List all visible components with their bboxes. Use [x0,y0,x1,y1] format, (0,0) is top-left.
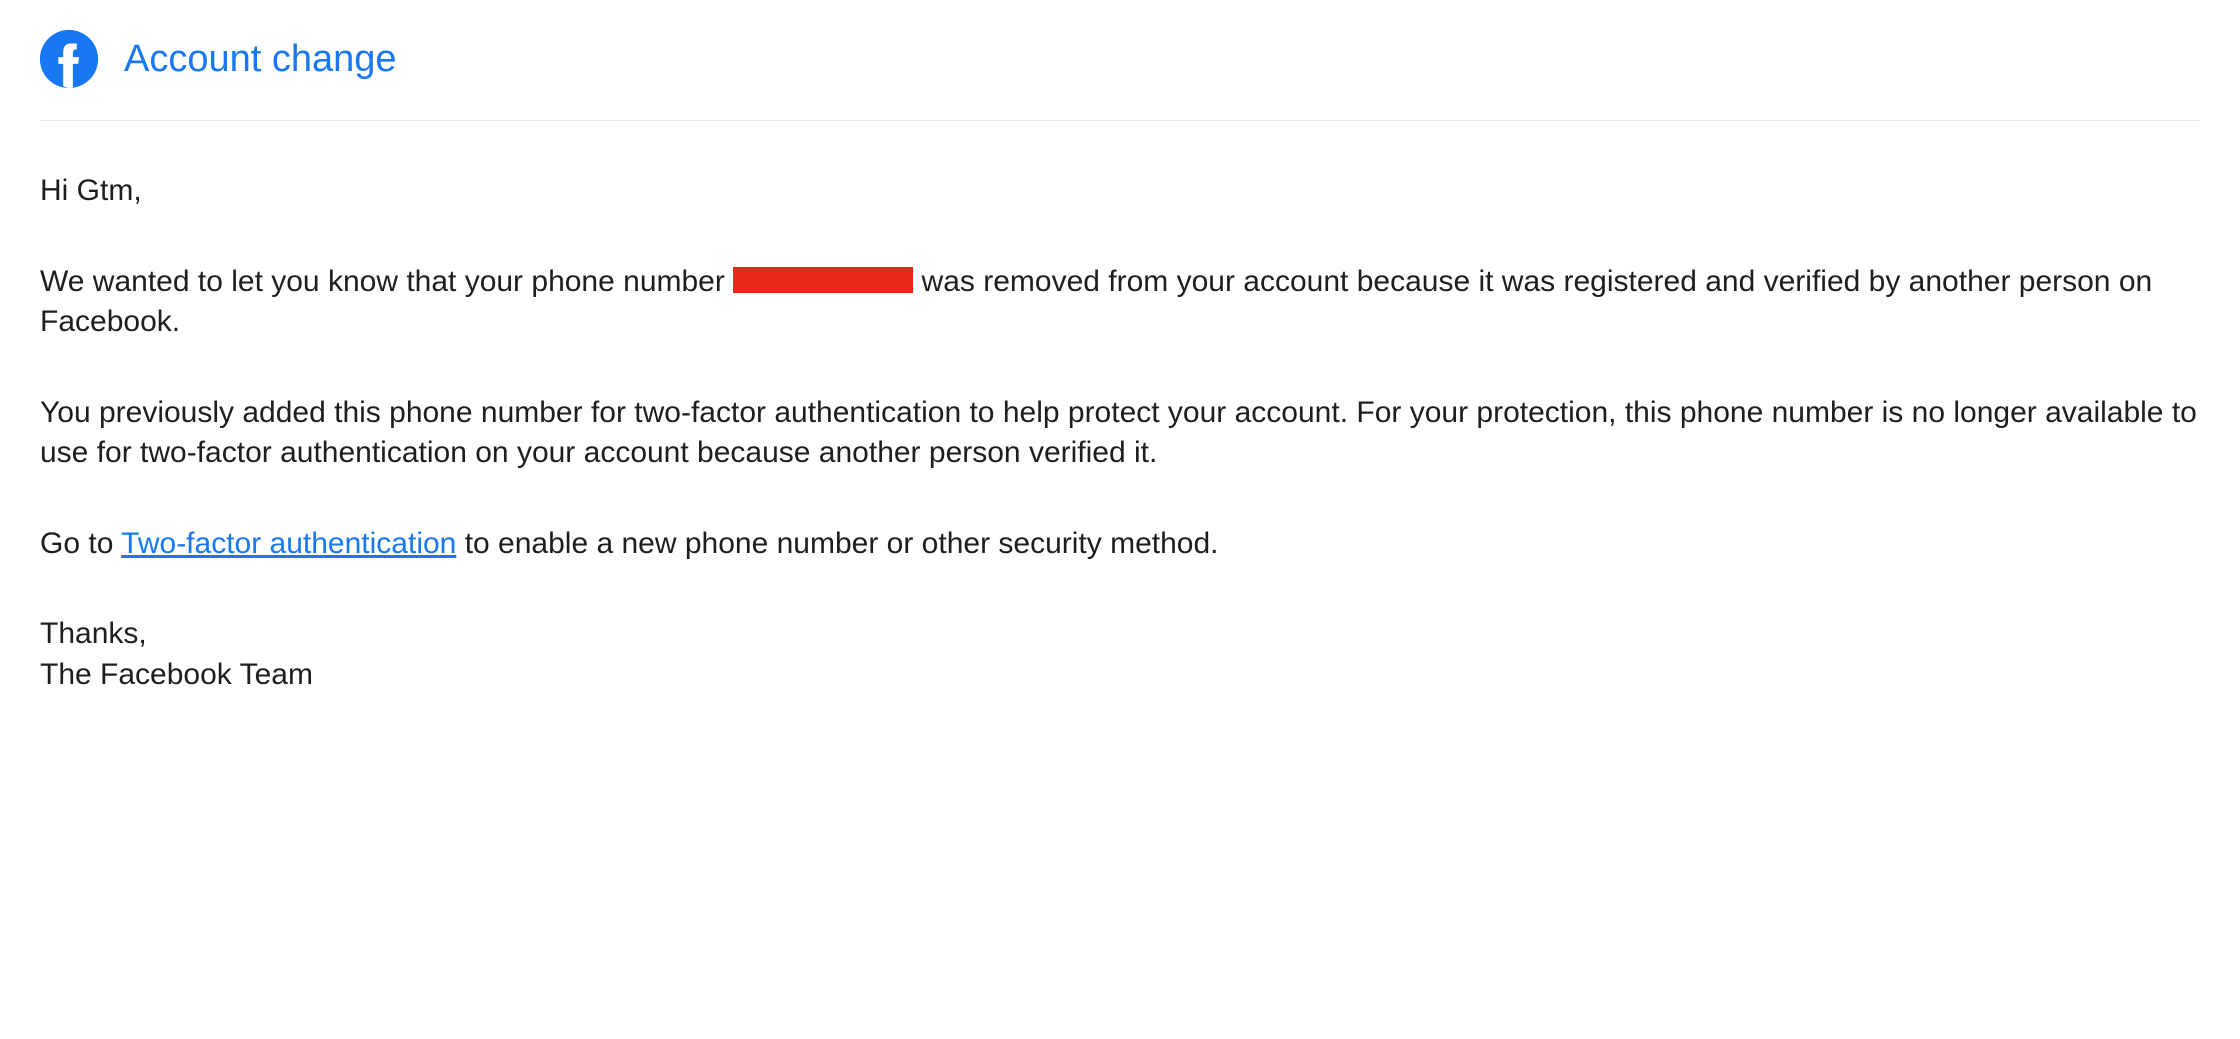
thanks: Thanks, [40,617,147,650]
sign-off: Thanks, The Facebook Team [40,614,2200,695]
signature-line: The Facebook Team [40,658,313,691]
two-factor-auth-link[interactable]: Two-factor authentication [121,527,456,560]
greeting: Hi Gtm, [40,171,2200,212]
email-body: Hi Gtm, We wanted to let you know that y… [40,171,2200,695]
para3-before: Go to [40,527,121,560]
paragraph-explanation: You previously added this phone number f… [40,393,2200,474]
redacted-phone-number [733,267,913,293]
paragraph-action: Go to Two-factor authentication to enabl… [40,524,2200,565]
paragraph-phone-removed: We wanted to let you know that your phon… [40,262,2200,343]
email-title: Account change [124,38,397,81]
facebook-logo-icon [40,30,98,88]
para3-after: to enable a new phone number or other se… [456,527,1218,560]
para1-before: We wanted to let you know that your phon… [40,265,733,298]
email-header: Account change [40,30,2200,121]
